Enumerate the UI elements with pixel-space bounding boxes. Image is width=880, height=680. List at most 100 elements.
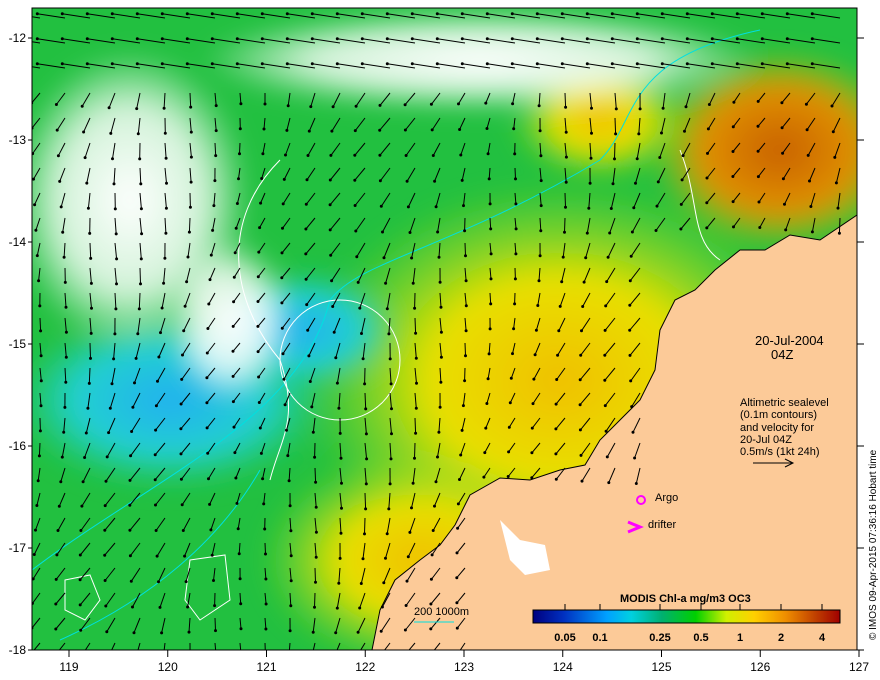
arrow-head <box>637 132 641 136</box>
arrow-head <box>405 179 409 183</box>
arrow-head <box>288 629 292 633</box>
arrow-head <box>104 479 108 483</box>
arrow-head <box>281 226 284 230</box>
legend-line: Altimetric sealevel <box>740 397 829 409</box>
arrow-head <box>181 353 184 357</box>
arrow-head <box>435 62 439 66</box>
velocity-arrow <box>89 342 91 359</box>
arrow-head <box>783 202 786 206</box>
arrow-head <box>256 350 260 354</box>
arrow-head <box>485 12 489 16</box>
arrow-head <box>489 227 493 231</box>
arrow-head <box>153 478 157 482</box>
arrow-head <box>85 181 89 185</box>
arrow-head <box>304 277 308 281</box>
arrow-head <box>459 153 463 157</box>
arrow-head <box>485 37 489 41</box>
arrow-head <box>314 580 317 584</box>
arrow-head <box>280 301 284 305</box>
arrow-head <box>131 405 135 409</box>
arrow-head <box>340 506 343 510</box>
arrow-head <box>239 627 243 631</box>
arrow-head <box>136 132 140 136</box>
y-tick-label: -16 <box>8 439 26 453</box>
arrow-head <box>463 229 467 233</box>
arrow-head <box>660 131 663 135</box>
arrow-head <box>89 331 93 335</box>
legend-line: 0.5m/s (1kt 24h) <box>740 446 820 459</box>
arrow-head <box>154 404 158 408</box>
arrow-head <box>39 329 43 333</box>
arrow-head <box>638 107 642 111</box>
legend-line: (0.1m contours) <box>740 409 818 422</box>
arrow-head <box>286 454 290 458</box>
velocity-arrow <box>364 517 366 534</box>
x-tick-label: 123 <box>453 660 475 674</box>
arrow-head <box>285 128 289 132</box>
velocity-arrow <box>564 92 567 108</box>
arrow-head <box>310 655 313 658</box>
arrow-head <box>189 130 193 134</box>
arrow-head <box>333 656 336 659</box>
arrow-head <box>434 480 438 484</box>
arrow-head <box>231 374 235 378</box>
arrow-head <box>537 104 541 108</box>
arrow-head <box>834 181 838 185</box>
arrow-head <box>460 12 464 16</box>
arrow-head <box>189 656 192 659</box>
arrow-head <box>335 12 339 16</box>
arrow-head <box>260 177 264 180</box>
arrow-head <box>32 553 36 556</box>
arrow-head <box>135 12 139 16</box>
arrow-head <box>415 381 418 385</box>
arrow-head <box>431 154 435 157</box>
arrow-head <box>557 329 561 333</box>
arrow-head <box>186 255 190 259</box>
arrow-head <box>78 578 82 582</box>
arrow-head <box>387 507 391 511</box>
arrow-head <box>88 231 92 235</box>
velocity-arrow <box>38 442 41 456</box>
arrow-head <box>705 176 709 180</box>
arrow-head <box>511 352 514 356</box>
arrow-head <box>310 62 314 66</box>
arrow-head <box>64 380 68 384</box>
arrow-head <box>590 106 593 110</box>
arrow-head <box>489 302 493 306</box>
arrow-head <box>710 62 714 66</box>
arrow-head <box>109 131 113 135</box>
arrow-head <box>506 475 510 478</box>
arrow-head <box>607 481 611 485</box>
arrow-head <box>205 376 209 380</box>
arrow-head <box>430 128 434 132</box>
arrow-head <box>80 654 83 657</box>
arrow-head <box>231 324 235 328</box>
arrow-head <box>37 279 41 283</box>
arrow-head <box>731 150 735 153</box>
arrow-head <box>236 527 240 531</box>
arrow-head <box>54 627 58 631</box>
arrow-head <box>429 102 433 106</box>
arrow-head <box>281 202 285 206</box>
arrow-head <box>564 205 567 209</box>
arrow-head <box>34 228 38 232</box>
arrow-head <box>60 12 64 16</box>
arrow-head <box>588 181 592 185</box>
arrow-head <box>129 579 133 583</box>
arrow-head <box>488 202 492 206</box>
arrow-head <box>560 280 564 284</box>
arrow-head <box>285 428 288 432</box>
arrow-head <box>103 579 107 582</box>
arrow-head <box>403 103 407 107</box>
arrow-head <box>206 327 210 330</box>
arrow-head <box>63 280 67 284</box>
arrow-head <box>608 231 612 235</box>
arrow-head <box>784 228 788 232</box>
arrow-head <box>360 12 364 16</box>
colorbar-tick-label: 0.1 <box>592 632 608 644</box>
colorbar-tick-label: 2 <box>777 632 785 644</box>
arrow-head <box>539 154 543 158</box>
arrow-head <box>435 12 439 16</box>
arrow-head <box>458 128 462 131</box>
arrow-head <box>89 356 92 360</box>
